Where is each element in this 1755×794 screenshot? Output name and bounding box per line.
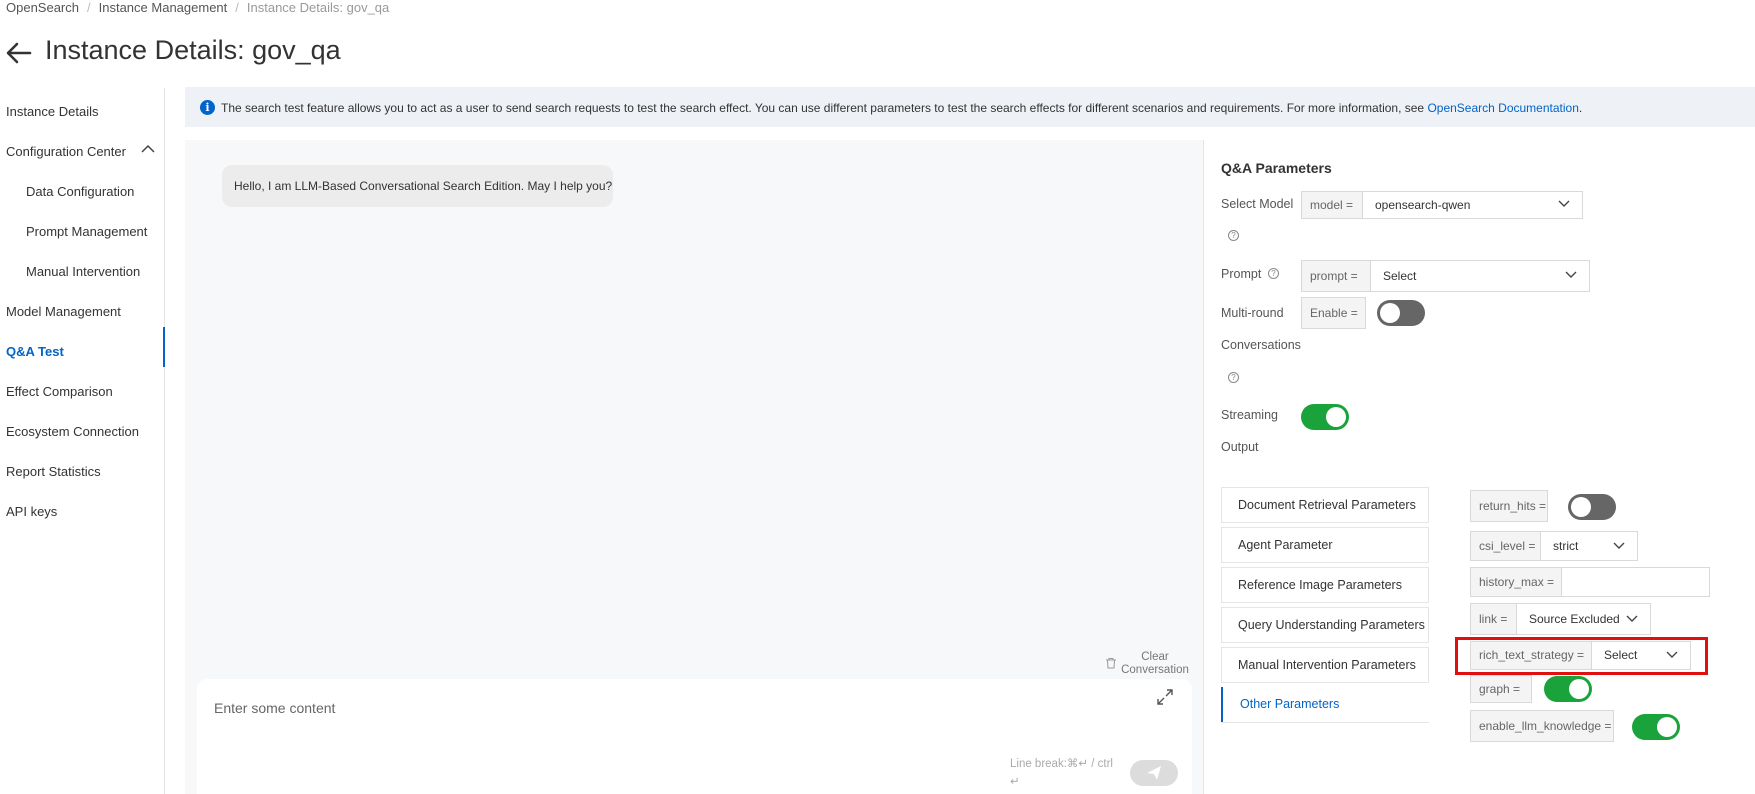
chevron-down-icon [1565, 271, 1577, 278]
sidebar-active-indicator [163, 327, 165, 367]
return-hits-toggle[interactable] [1568, 494, 1616, 520]
streaming-label-cont: Output [1221, 440, 1259, 454]
tab-other-parameters[interactable]: Other Parameters [1221, 687, 1429, 723]
chevron-down-icon [1558, 200, 1570, 207]
prompt-prefix: prompt = [1301, 260, 1371, 292]
csi-level-prefix: csi_level = [1470, 531, 1541, 561]
link-prefix: link = [1470, 603, 1517, 635]
sidebar-item-report-statistics[interactable]: Report Statistics [6, 464, 101, 479]
enable-llm-knowledge-toggle[interactable] [1632, 714, 1680, 740]
streaming-toggle[interactable] [1301, 404, 1349, 430]
sidebar-item-effect-comparison[interactable]: Effect Comparison [6, 384, 113, 399]
toggle-knob [1380, 303, 1400, 323]
enable-prefix: Enable = [1301, 297, 1366, 329]
chevron-down-icon [1626, 615, 1638, 622]
chevron-down-icon [1613, 542, 1625, 549]
back-arrow-icon[interactable] [4, 38, 34, 68]
select-model-label: Select Model [1221, 197, 1294, 211]
model-select[interactable]: opensearch-qwen [1363, 191, 1583, 219]
link-select[interactable]: Source Excluded [1517, 603, 1651, 635]
csi-level-select[interactable]: strict [1541, 531, 1638, 561]
toggle-knob [1657, 717, 1677, 737]
sidebar-item-configuration-center[interactable]: Configuration Center [6, 144, 126, 159]
sidebar-item-instance-details[interactable]: Instance Details [6, 104, 99, 119]
breadcrumb: OpenSearch / Instance Management / Instance … [6, 0, 389, 15]
tab-reference-image[interactable]: Reference Image Parameters [1221, 567, 1429, 603]
line-break-hint-cont: ↵ [1010, 776, 1020, 788]
send-icon [1147, 766, 1161, 780]
opensearch-documentation-link[interactable]: OpenSearch Documentation [1427, 101, 1578, 115]
multiround-toggle[interactable] [1377, 300, 1425, 326]
page-title: Instance Details: gov_qa [45, 35, 341, 65]
breadcrumb-item-opensearch[interactable]: OpenSearch [6, 0, 79, 15]
enable-llm-knowledge-prefix: enable_llm_knowledge = [1470, 710, 1614, 742]
tab-agent-parameter[interactable]: Agent Parameter [1221, 527, 1429, 563]
streaming-label: Streaming [1221, 408, 1278, 422]
breadcrumb-separator: / [87, 0, 91, 15]
send-button[interactable] [1130, 760, 1178, 786]
trash-icon [1106, 658, 1116, 669]
return-hits-prefix: return_hits = [1470, 490, 1548, 522]
tab-divider [1221, 722, 1429, 723]
sidebar-item-ecosystem-connection[interactable]: Ecosystem Connection [6, 424, 139, 439]
toggle-knob [1326, 407, 1346, 427]
clear-conversation-label: Clear Conversation [1121, 651, 1189, 676]
breadcrumb-item-current: Instance Details: gov_qa [246, 0, 390, 15]
toggle-knob [1571, 497, 1591, 517]
qa-parameters-title: Q&A Parameters [1221, 160, 1332, 176]
chat-input-placeholder[interactable]: Enter some content [214, 700, 335, 716]
clear-conversation-button[interactable]: Clear Conversation [1103, 651, 1193, 677]
history-max-prefix: history_max = [1470, 567, 1562, 597]
banner-end: . [1578, 101, 1583, 115]
tab-document-retrieval[interactable]: Document Retrieval Parameters [1221, 487, 1429, 523]
sidebar-item-prompt-management[interactable]: Prompt Management [26, 224, 147, 239]
history-max-input[interactable] [1562, 567, 1710, 597]
sidebar-item-api-keys[interactable]: API keys [6, 504, 57, 519]
banner-text: The search test feature allows you to ac… [221, 101, 1582, 115]
highlight-box [1455, 637, 1708, 675]
model-prefix: model = [1301, 191, 1363, 219]
graph-prefix: graph = [1470, 675, 1532, 703]
multiround-label: Multi-round [1221, 306, 1284, 320]
toggle-knob [1569, 679, 1589, 699]
graph-toggle[interactable] [1544, 676, 1592, 702]
banner-message: The search test feature allows you to ac… [221, 101, 1428, 115]
help-icon[interactable]: ? [1228, 230, 1239, 241]
help-icon[interactable]: ? [1268, 268, 1279, 279]
breadcrumb-separator: / [235, 0, 239, 15]
expand-icon[interactable] [1156, 688, 1174, 706]
sidebar-item-manual-intervention[interactable]: Manual Intervention [26, 264, 140, 279]
tab-query-understanding[interactable]: Query Understanding Parameters [1221, 607, 1429, 643]
multiround-label-cont: Conversations [1221, 338, 1301, 352]
prompt-select[interactable]: Select [1371, 260, 1590, 292]
sidebar-item-qa-test[interactable]: Q&A Test [6, 344, 64, 359]
sidebar-item-model-management[interactable]: Model Management [6, 304, 121, 319]
line-break-hint: Line break:⌘↵ / ctrl [1010, 758, 1113, 770]
csi-level-value: strict [1553, 539, 1579, 553]
assistant-message-bubble: Hello, I am LLM-Based Conversational Sea… [222, 165, 613, 207]
help-icon[interactable]: ? [1228, 372, 1239, 383]
link-value: Source Excluded [1529, 612, 1620, 626]
prompt-label: Prompt [1221, 267, 1262, 281]
breadcrumb-item-instance-management[interactable]: Instance Management [99, 0, 228, 15]
chat-input-box[interactable] [197, 679, 1192, 794]
model-select-value: opensearch-qwen [1375, 198, 1471, 212]
chevron-up-icon[interactable] [141, 144, 155, 154]
prompt-select-value: Select [1383, 269, 1417, 283]
sidebar-item-data-configuration[interactable]: Data Configuration [26, 184, 134, 199]
info-icon: i [200, 100, 215, 115]
tab-manual-intervention[interactable]: Manual Intervention Parameters [1221, 647, 1429, 683]
